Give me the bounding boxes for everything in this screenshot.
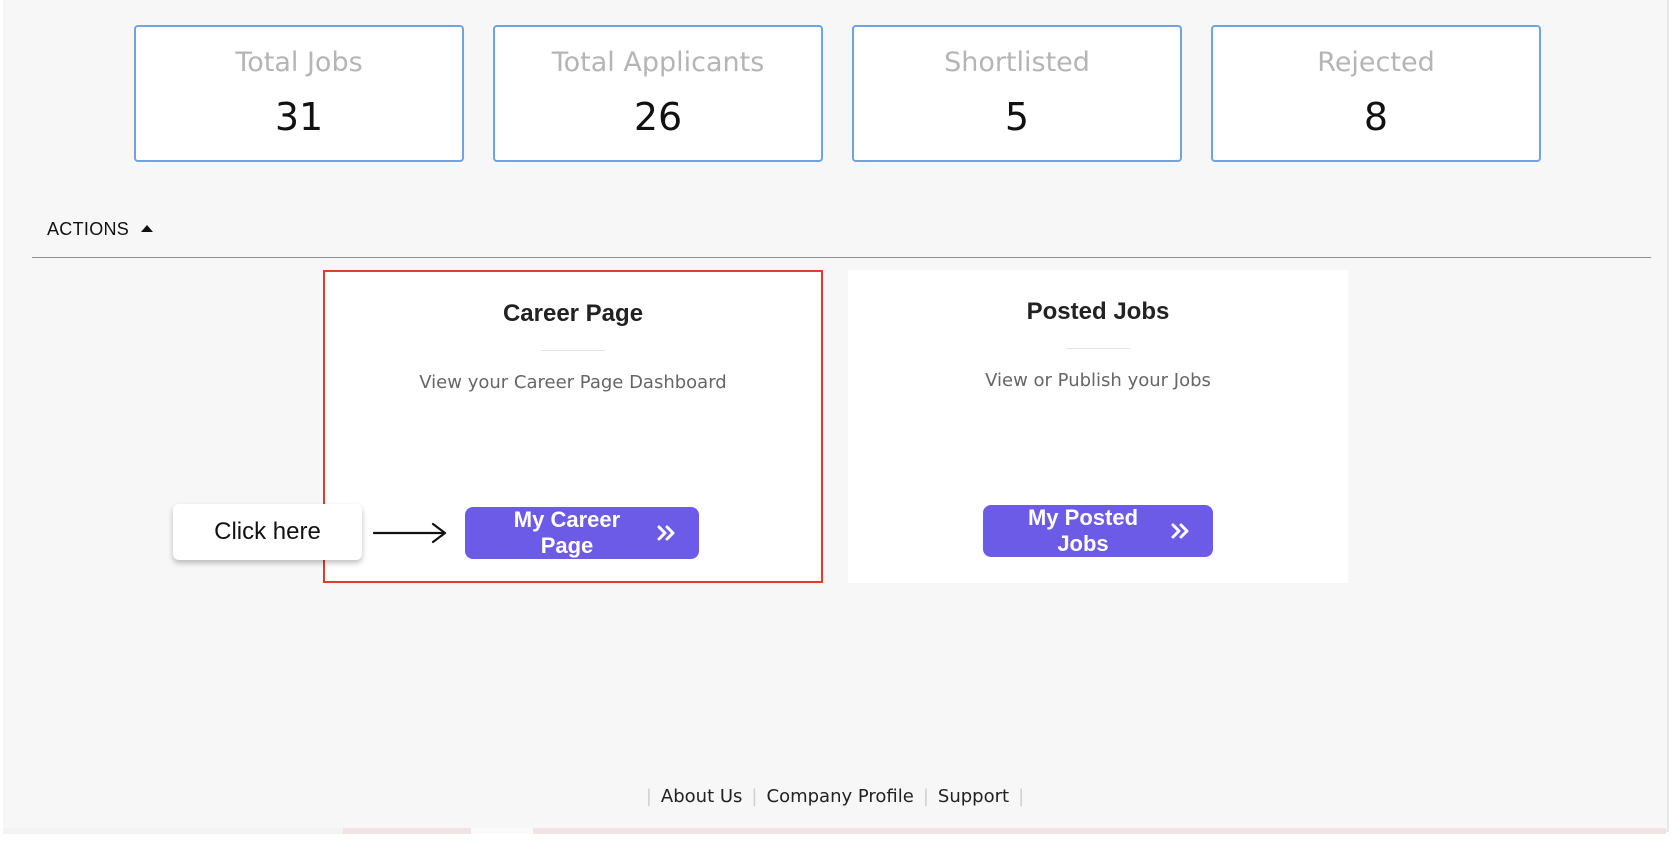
posted-jobs-card: Posted Jobs View or Publish your Jobs My…	[848, 270, 1348, 583]
footer-link-company-profile[interactable]: Company Profile	[767, 786, 914, 807]
footer-separator: |	[1018, 786, 1025, 807]
footer-link-about-us[interactable]: About Us	[661, 786, 743, 807]
double-chevron-right-icon	[657, 525, 677, 541]
footer-separator: |	[751, 786, 758, 807]
arrow-right-icon	[373, 522, 447, 544]
callout-text: Click here	[214, 518, 321, 545]
footer-separator: |	[922, 786, 929, 807]
button-label: My Career Page	[513, 507, 621, 558]
card-title: Career Page	[502, 300, 644, 327]
my-career-page-button[interactable]: My Career Page	[465, 507, 699, 559]
footer-link-support[interactable]: Support	[938, 786, 1009, 807]
scrollbar-track	[3, 828, 343, 834]
stat-card-total-applicants: Total Applicants 26	[493, 25, 823, 162]
button-label: My Posted Jobs	[1027, 505, 1139, 556]
stat-label: Rejected	[1317, 47, 1435, 78]
stat-value: 5	[1004, 95, 1030, 139]
dashboard-page: Total Jobs 31 Total Applicants 26 Shortl…	[3, 0, 1669, 832]
horizontal-scrollbar[interactable]	[3, 828, 1666, 834]
card-divider	[541, 350, 605, 351]
stat-value: 26	[633, 95, 683, 139]
card-description: View your Career Page Dashboard	[419, 372, 727, 393]
stat-value: 31	[274, 95, 324, 139]
stat-card-shortlisted: Shortlisted 5	[852, 25, 1182, 162]
card-title: Posted Jobs	[1026, 298, 1170, 325]
card-divider	[1066, 348, 1130, 349]
actions-label: ACTIONS	[47, 219, 130, 239]
card-description: View or Publish your Jobs	[985, 370, 1211, 391]
stat-card-total-jobs: Total Jobs 31	[134, 25, 464, 162]
stat-value: 8	[1363, 95, 1389, 139]
stat-label: Shortlisted	[944, 47, 1090, 78]
scrollbar-thumb[interactable]	[471, 828, 533, 834]
click-here-callout: Click here	[173, 504, 362, 560]
my-posted-jobs-button[interactable]: My Posted Jobs	[983, 505, 1213, 557]
stat-label: Total Applicants	[551, 47, 765, 78]
actions-toggle[interactable]: ACTIONS	[47, 219, 154, 240]
double-chevron-right-icon	[1171, 523, 1191, 539]
actions-divider	[32, 257, 1651, 258]
footer-separator: |	[645, 786, 652, 807]
stat-card-rejected: Rejected 8	[1211, 25, 1541, 162]
caret-up-icon	[141, 225, 154, 232]
footer: | About Us | Company Profile | Support |	[3, 786, 1667, 807]
stat-label: Total Jobs	[235, 47, 363, 78]
